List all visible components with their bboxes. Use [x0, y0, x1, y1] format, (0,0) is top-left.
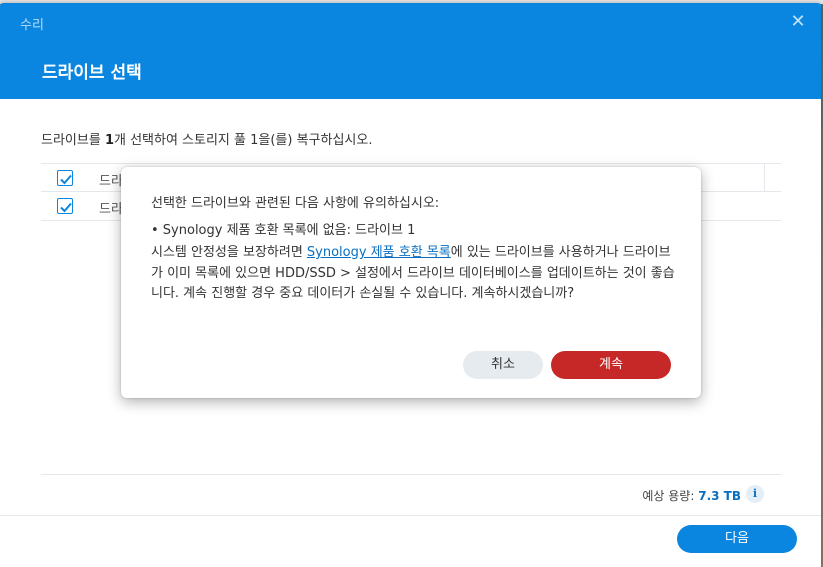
table-header-label: 드라: [99, 174, 123, 189]
wizard-header: 수리 ✕ 드라이브 선택: [0, 3, 821, 99]
instruction-count: 1: [104, 133, 114, 148]
step-title: 드라이브 선택: [42, 63, 142, 83]
divider: [41, 474, 781, 475]
warning-dialog: 선택한 드라이브와 관련된 다음 사항에 유의하십시오: • Synology …: [121, 167, 701, 398]
window-title: 수리: [20, 18, 44, 33]
capacity-label: 예상 용량:: [642, 489, 699, 503]
close-icon[interactable]: ✕: [789, 13, 807, 31]
info-icon[interactable]: i: [746, 485, 764, 503]
checkmark-icon: [60, 174, 72, 185]
select-all-checkbox[interactable]: [57, 170, 73, 186]
dialog-body-pre: 시스템 안정성을 보장하려면: [151, 245, 307, 260]
dialog-body: 시스템 안정성을 보장하려면 Synology 제품 호환 목록에 있는 드라이…: [151, 243, 676, 305]
instruction-text: 드라이브를 1개 선택하여 스토리지 풀 1을(를) 복구하십시오.: [41, 129, 372, 148]
dialog-bullet: • Synology 제품 호환 목록에 없음: 드라이브 1: [151, 223, 416, 238]
compatibility-list-link[interactable]: Synology 제품 호환 목록: [307, 245, 451, 260]
footer-divider: [0, 515, 821, 516]
instruction-pre: 드라이브를: [41, 133, 105, 148]
capacity-value: 7.3 TB: [698, 489, 741, 503]
row-checkbox[interactable]: [57, 198, 73, 214]
checkmark-icon: [60, 202, 72, 213]
row-label: 드라: [99, 202, 123, 217]
instruction-post: 개 선택하여 스토리지 풀 1을(를) 복구하십시오.: [113, 133, 373, 148]
next-button[interactable]: 다음: [677, 525, 797, 553]
estimated-capacity: 예상 용량: 7.3 TB: [642, 487, 741, 504]
cancel-button[interactable]: 취소: [463, 351, 543, 379]
dialog-intro: 선택한 드라이브와 관련된 다음 사항에 유의하십시오:: [151, 196, 440, 211]
column-divider: [764, 164, 765, 192]
continue-button[interactable]: 계속: [551, 351, 671, 379]
repair-wizard-window: 수리 ✕ 드라이브 선택 드라이브를 1개 선택하여 스토리지 풀 1을(를) …: [0, 3, 821, 567]
